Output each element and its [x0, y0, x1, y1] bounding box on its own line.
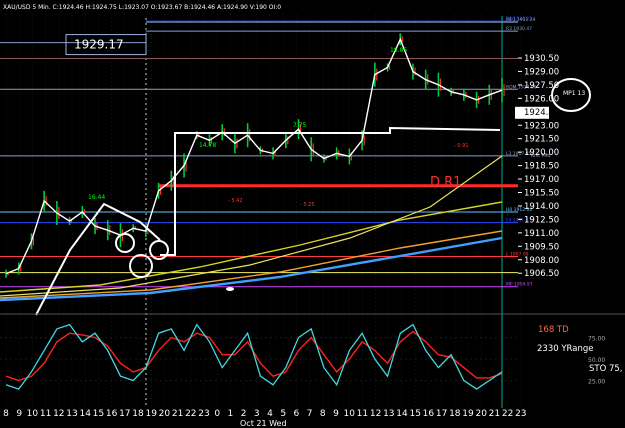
x-tick-label: 10	[343, 409, 355, 419]
y-tick-label: 1918.50	[524, 162, 559, 172]
y-tick-label: 1926.00	[524, 94, 559, 104]
moving-averages	[0, 155, 503, 302]
indicator-panel: 75.00 50.00 25.00 168 TD 2330 YRange STO 75,	[0, 313, 625, 390]
annotation-label: - 5.25	[300, 202, 315, 208]
indicator-tick-label: 75.00	[588, 336, 605, 343]
box-label: 1929.17	[74, 38, 124, 52]
indicator-label: 168 TD	[538, 325, 569, 335]
y-tick-label: 1923.00	[524, 121, 559, 131]
annotation-label: MP1 13	[563, 90, 585, 97]
marker-dot	[226, 287, 234, 291]
indicator-tick-label: 50.00	[588, 357, 605, 364]
annotation-label: D R1	[430, 175, 461, 190]
annotation-label: - 5.42	[228, 198, 243, 204]
axes: 1930.50 1929.00 1927.50 1926.00 1924.46 1923.…	[3, 54, 559, 419]
x-tick-label: 2	[241, 409, 247, 419]
y-tick-label: 1915.50	[524, 189, 559, 199]
x-tick-label: 13	[383, 409, 394, 419]
moving-average-light-yellow	[0, 155, 503, 297]
indicator-label: STO 75,	[589, 364, 623, 374]
x-tick-label: 20	[159, 409, 171, 419]
x-tick-label: 4	[267, 409, 273, 419]
x-tick-label: 22	[185, 409, 196, 419]
marker-circle	[129, 254, 153, 278]
x-tick-label: 15	[93, 409, 104, 419]
chart-header: XAU/USD 5 Min. C:1924.46 H:1924.75 L:192…	[3, 4, 281, 11]
x-tick-label: 9	[333, 409, 339, 419]
date-label: Oct 21 Wed	[240, 419, 287, 428]
annotation-label: 16.44	[88, 194, 105, 201]
y-tick-label: 1909.50	[524, 242, 559, 252]
x-tick-label: 17	[436, 409, 447, 419]
y-tick-label: 1912.50	[524, 215, 559, 225]
x-tick-label: 23	[198, 409, 209, 419]
x-tick-label: 6	[294, 409, 300, 419]
x-tick-label: 14	[396, 409, 408, 419]
y-tick-label: 1920.00	[524, 148, 559, 158]
y-tick-label: 1917.00	[524, 175, 559, 185]
x-tick-label: 15	[409, 409, 420, 419]
level-label: MP 1904.97	[506, 282, 533, 288]
y-tick-label: 1906.50	[524, 269, 559, 279]
x-tick-label: 12	[370, 409, 381, 419]
x-tick-label: 21	[172, 409, 183, 419]
x-tick-label: 19	[462, 409, 474, 419]
price-line	[5, 37, 503, 275]
x-tick-label: 13	[66, 409, 77, 419]
x-tick-label: 7	[307, 409, 313, 419]
x-tick-label: 10	[27, 409, 39, 419]
y-tick-label: 1924.46	[524, 108, 559, 118]
x-tick-label: 11	[357, 409, 368, 419]
annotation-label: - 0.91	[454, 143, 469, 149]
x-tick-label: 0	[214, 409, 220, 419]
x-tick-label: 18	[132, 409, 144, 419]
indicator-label: 2330 YRange	[537, 344, 593, 354]
annotation-label: 14.78	[199, 142, 216, 149]
x-tick-label: 3	[254, 409, 260, 419]
y-tick-label: 1927.50	[524, 81, 559, 91]
x-tick-label: 8	[320, 409, 326, 419]
indicator-tick-label: 25.00	[588, 379, 605, 386]
y-tick-label: 1914.00	[524, 202, 559, 212]
y-tick-label: 1929.00	[524, 67, 559, 77]
x-tick-label: 21	[489, 409, 500, 419]
x-tick-label: 1	[228, 409, 234, 419]
y-tick-label: 1930.50	[524, 54, 559, 64]
annotation-label: 7.75	[293, 122, 307, 129]
y-tick-label: 1908.00	[524, 256, 559, 266]
y-tick-label: 1911.00	[524, 229, 559, 239]
x-tick-label: 12	[53, 409, 64, 419]
x-tick-label: 23	[515, 409, 526, 419]
x-tick-label: 11	[40, 409, 51, 419]
x-tick-label: 8	[3, 409, 9, 419]
annotation-label: 18.85	[390, 47, 407, 54]
x-tick-label: 17	[119, 409, 130, 419]
level-label: MP1 1931.29	[506, 17, 536, 23]
x-tick-label: 16	[106, 409, 118, 419]
price-chart: R1 1934.23R3 1930.47MP1 1931.29ROM 1924.…	[0, 4, 625, 428]
x-tick-label: 20	[475, 409, 487, 419]
level-label: R3 1930.47	[506, 26, 532, 32]
grid-layer	[5, 14, 522, 408]
x-tick-label: 16	[423, 409, 435, 419]
x-tick-label: 18	[449, 409, 461, 419]
x-tick-label: 19	[145, 409, 157, 419]
x-tick-label: 5	[280, 409, 286, 419]
x-tick-label: 14	[79, 409, 91, 419]
level-layer	[0, 20, 518, 288]
drawing-tools	[35, 78, 591, 316]
moving-average-yellow	[0, 201, 503, 293]
y-tick-label: 1921.50	[524, 135, 559, 145]
x-tick-label: 22	[502, 409, 513, 419]
x-tick-label: 9	[16, 409, 22, 419]
